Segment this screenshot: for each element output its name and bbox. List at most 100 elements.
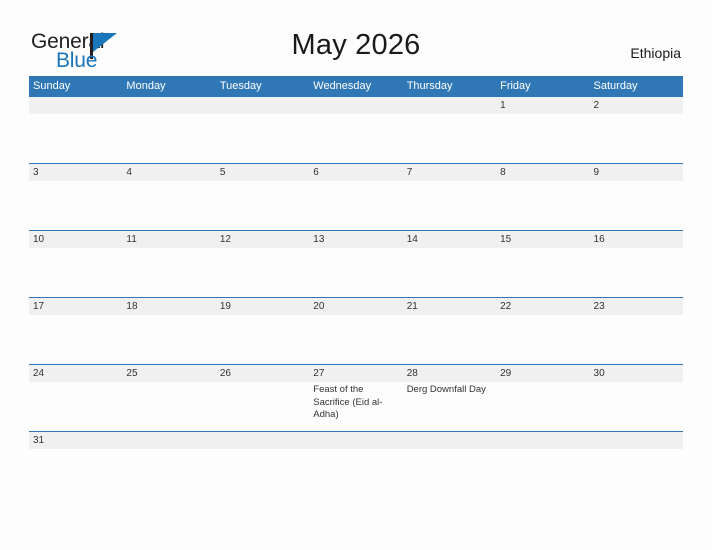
calendar-week-row: 31 xyxy=(29,431,683,457)
calendar-day-cell[interactable]: 31 xyxy=(29,432,123,457)
day-number: 6 xyxy=(313,167,319,178)
calendar-day-cell[interactable]: 4 xyxy=(122,164,216,230)
day-events: Feast of the Sacrifice (Eid al-Adha) xyxy=(313,384,399,422)
calendar-day-cell[interactable]: 11 xyxy=(122,231,216,297)
day-number: 8 xyxy=(500,167,506,178)
day-number: 22 xyxy=(500,301,512,312)
calendar-day-cell[interactable]: 15 xyxy=(496,231,590,297)
weekday-header-friday: Friday xyxy=(500,80,531,92)
day-number: 14 xyxy=(406,234,418,245)
calendar-grid: Sunday Monday Tuesday Wednesday Thursday… xyxy=(29,76,683,457)
day-number: 13 xyxy=(313,234,325,245)
calendar-day-cell[interactable]: 16 xyxy=(589,231,683,297)
day-number: 23 xyxy=(593,301,605,312)
weekday-header-monday: Monday xyxy=(126,80,166,92)
calendar-day-cell[interactable]: 29 xyxy=(496,365,590,431)
calendar-day-cell[interactable]: 24 xyxy=(29,365,123,431)
day-number-strip xyxy=(215,97,310,114)
calendar-day-cell[interactable]: 17 xyxy=(29,298,123,364)
weekday-header-sunday: Sunday xyxy=(33,80,71,92)
weekday-header-row: Sunday Monday Tuesday Wednesday Thursday… xyxy=(29,76,683,96)
day-number: 10 xyxy=(33,234,45,245)
calendar-day-cell[interactable]: 9 xyxy=(589,164,683,230)
day-number-strip xyxy=(309,432,403,449)
calendar-day-cell[interactable]: 14 xyxy=(402,231,497,297)
day-number: 30 xyxy=(593,368,605,379)
day-number: 21 xyxy=(406,301,418,312)
calendar-day-cell[interactable]: 26 xyxy=(215,365,310,431)
day-number: 2 xyxy=(593,100,600,111)
calendar-day-cell-empty xyxy=(309,432,403,457)
calendar-day-cell[interactable]: 7 xyxy=(402,164,497,230)
calendar-week-row: 24 25 26 27 Feast of the Sacrifice (Eid al-A… xyxy=(29,364,683,431)
calendar-day-cell[interactable]: 8 xyxy=(496,164,590,230)
day-number-strip xyxy=(122,164,216,181)
day-number: 15 xyxy=(500,234,512,245)
day-number-strip xyxy=(309,164,403,181)
day-number: 17 xyxy=(33,301,45,312)
calendar-day-cell-empty xyxy=(402,432,497,457)
calendar-day-cell[interactable]: 21 xyxy=(402,298,497,364)
calendar-day-cell[interactable]: 30 xyxy=(589,365,683,431)
day-number-strip xyxy=(402,164,497,181)
calendar-day-cell[interactable]: 1 xyxy=(496,97,590,163)
calendar-day-cell[interactable]: 28 Derg Downfall Day xyxy=(402,365,497,431)
country-label: Ethiopia xyxy=(630,45,681,61)
day-number: 9 xyxy=(593,167,600,178)
day-number-strip xyxy=(215,164,310,181)
calendar-day-cell-empty xyxy=(29,97,123,163)
day-number-strip xyxy=(496,432,590,449)
day-number-strip xyxy=(29,164,123,181)
day-number: 19 xyxy=(219,301,231,312)
calendar-day-cell[interactable]: 19 xyxy=(215,298,310,364)
calendar-day-cell-empty xyxy=(309,97,403,163)
weekday-header-thursday: Thursday xyxy=(406,80,453,92)
day-number-strip xyxy=(589,164,683,181)
calendar-day-cell[interactable]: 3 xyxy=(29,164,123,230)
calendar-page: General Blue May 2026 Ethiopia Sunday Mo… xyxy=(0,0,712,550)
calendar-week-row: 17 18 19 20 21 22 23 xyxy=(29,297,683,364)
weekday-header-saturday: Saturday xyxy=(593,80,638,92)
calendar-day-cell-empty xyxy=(122,432,216,457)
day-number: 7 xyxy=(406,167,413,178)
page-header: General Blue May 2026 Ethiopia xyxy=(0,0,712,76)
page-title: May 2026 xyxy=(291,29,421,61)
day-number: 4 xyxy=(126,167,132,178)
calendar-day-cell[interactable]: 12 xyxy=(215,231,310,297)
calendar-day-cell[interactable]: 10 xyxy=(29,231,123,297)
weekday-header-tuesday: Tuesday xyxy=(219,80,262,92)
day-number-strip xyxy=(122,97,216,114)
day-events: Derg Downfall Day xyxy=(407,384,493,397)
calendar-day-cell[interactable]: 2 xyxy=(589,97,683,163)
day-number: 5 xyxy=(219,167,226,178)
day-number: 1 xyxy=(500,100,506,111)
calendar-day-cell-empty xyxy=(402,97,497,163)
calendar-day-cell[interactable]: 18 xyxy=(122,298,216,364)
day-number: 29 xyxy=(500,368,512,379)
day-number: 11 xyxy=(126,234,137,245)
calendar-day-cell[interactable]: 6 xyxy=(309,164,403,230)
day-number: 25 xyxy=(126,368,138,379)
day-number-strip xyxy=(496,164,590,181)
calendar-day-cell[interactable]: 13 xyxy=(309,231,403,297)
calendar-day-cell-empty xyxy=(215,432,310,457)
day-number: 24 xyxy=(33,368,45,379)
weekday-header-wednesday: Wednesday xyxy=(313,80,372,92)
calendar-day-cell[interactable]: 5 xyxy=(215,164,310,230)
calendar-day-cell-empty xyxy=(122,97,216,163)
day-number: 18 xyxy=(126,301,138,312)
calendar-week-row: 3 4 5 6 7 8 9 xyxy=(29,163,683,230)
day-number: 31 xyxy=(33,435,45,446)
calendar-day-cell[interactable]: 22 xyxy=(496,298,590,364)
calendar-day-cell[interactable]: 23 xyxy=(589,298,683,364)
calendar-day-cell[interactable]: 27 Feast of the Sacrifice (Eid al-Adha) xyxy=(309,365,403,431)
day-number: 26 xyxy=(219,368,231,379)
day-number: 27 xyxy=(313,368,325,379)
day-number: 12 xyxy=(219,234,231,245)
calendar-day-cell-empty xyxy=(496,432,590,457)
calendar-day-cell-empty xyxy=(589,432,683,457)
day-number-strip xyxy=(215,432,310,449)
day-number-strip xyxy=(496,97,590,114)
calendar-day-cell[interactable]: 20 xyxy=(309,298,403,364)
calendar-day-cell[interactable]: 25 xyxy=(122,365,216,431)
